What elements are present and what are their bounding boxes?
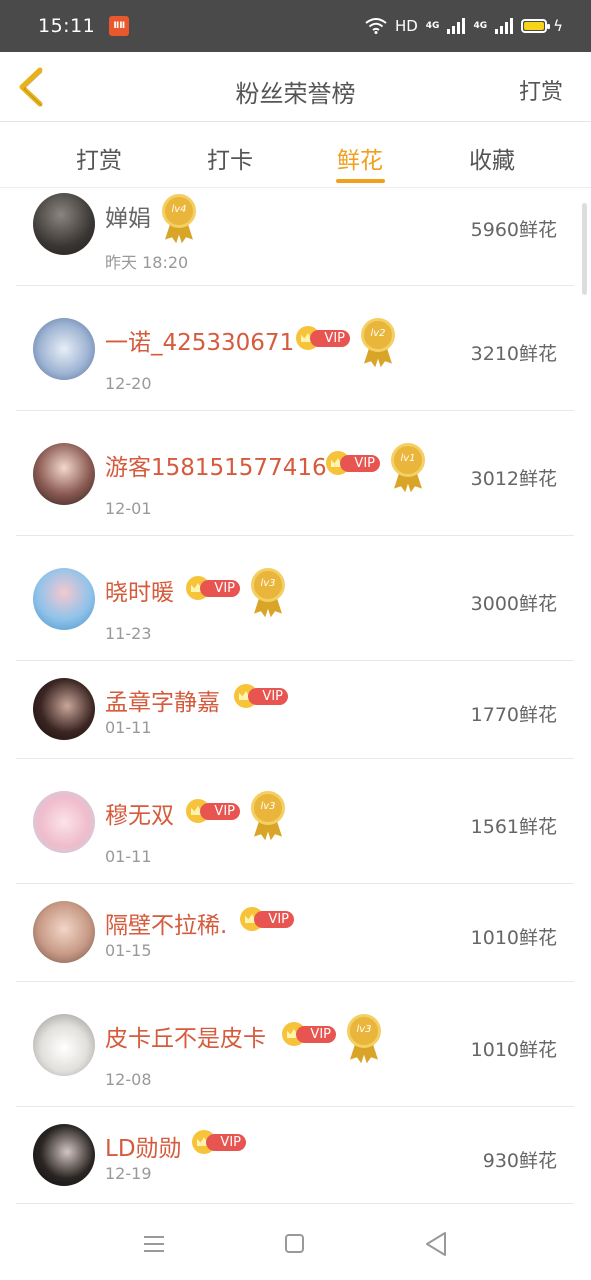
list-item[interactable]: 穆无双 VIP lv3 01-11 1561鲜花: [16, 759, 574, 884]
user-name[interactable]: LD勋勋: [105, 1129, 182, 1163]
tab-checkin[interactable]: 打卡: [190, 141, 270, 175]
level-label: lv3: [260, 578, 276, 589]
entry-date: 12-08: [105, 1070, 152, 1089]
nav-home-icon[interactable]: [285, 1234, 304, 1253]
header: 粉丝荣誉榜 打赏: [0, 52, 591, 122]
vip-badge: VIP: [192, 1130, 246, 1154]
user-name[interactable]: 游客158151577416: [105, 448, 327, 482]
status-time: 15:11: [38, 15, 96, 37]
flower-count: 3012鲜花: [470, 468, 557, 490]
avatar[interactable]: [33, 318, 95, 380]
list-item[interactable]: 婵娟 lv4 昨天 18:20 5960鲜花: [16, 189, 574, 286]
level-label: lv3: [260, 801, 276, 812]
vip-badge: VIP: [296, 326, 350, 350]
tab-flowers[interactable]: 鲜花: [320, 141, 400, 175]
flower-count: 3210鲜花: [470, 343, 557, 365]
flower-count: 3000鲜花: [470, 593, 557, 615]
level-label: lv1: [400, 453, 416, 464]
signal-icon-2: [495, 18, 514, 34]
avatar[interactable]: [33, 1014, 95, 1076]
flower-count: 1770鲜花: [470, 704, 557, 726]
flower-count: 1010鲜花: [470, 927, 557, 949]
network-type-2: 4G: [473, 21, 488, 31]
avatar[interactable]: [33, 901, 95, 963]
network-type-1: 4G: [425, 21, 440, 31]
list-item[interactable]: 一诺_425330671 VIP lv2 12-20 3210鲜花: [16, 286, 574, 411]
tab-reward[interactable]: 打赏: [59, 141, 139, 175]
flower-count: 1561鲜花: [470, 816, 557, 838]
user-name[interactable]: 一诺_425330671: [105, 323, 294, 357]
app-notification-icon: ⅡⅡ: [109, 16, 130, 36]
avatar[interactable]: [33, 1124, 95, 1186]
nav-back-icon[interactable]: [424, 1231, 448, 1257]
entry-date: 昨天 18:20: [105, 253, 189, 272]
page-title: 粉丝荣誉榜: [235, 80, 356, 108]
entry-date: 12-01: [105, 499, 152, 518]
vip-badge: VIP: [282, 1022, 336, 1046]
tab-bar: 打赏 打卡 鲜花 收藏: [0, 123, 591, 188]
list-item[interactable]: LD勋勋 VIP 12-19 930鲜花: [16, 1107, 574, 1204]
entry-date: 01-11: [105, 847, 152, 866]
tab-favorites[interactable]: 收藏: [452, 141, 532, 175]
avatar[interactable]: [33, 791, 95, 853]
charging-icon: ϟ: [553, 17, 563, 35]
user-name[interactable]: 穆无双: [105, 796, 174, 830]
level-medal-icon: lv3: [249, 791, 287, 841]
avatar[interactable]: [33, 678, 95, 740]
list-item[interactable]: 皮卡丘不是皮卡 VIP lv3 12-08 1010鲜花: [16, 982, 574, 1107]
flower-count: 1010鲜花: [470, 1039, 557, 1061]
entry-date: 12-20: [105, 374, 152, 393]
entry-date: 01-15: [105, 941, 152, 960]
user-name[interactable]: 婵娟: [105, 199, 151, 233]
avatar[interactable]: [33, 193, 95, 255]
avatar[interactable]: [33, 443, 95, 505]
list-item[interactable]: 隔壁不拉稀. VIP 01-15 1010鲜花: [16, 884, 574, 982]
entry-date: 01-11: [105, 718, 152, 737]
user-name[interactable]: 晓时暖: [105, 573, 174, 607]
level-medal-icon: lv3: [345, 1014, 383, 1064]
user-name[interactable]: 皮卡丘不是皮卡: [105, 1019, 266, 1053]
reward-button[interactable]: 打赏: [519, 74, 563, 106]
vip-badge: VIP: [234, 684, 288, 708]
flower-count: 930鲜花: [482, 1150, 557, 1172]
wifi-icon: [365, 18, 387, 34]
level-medal-icon: lv4: [160, 194, 198, 244]
level-medal-icon: lv2: [359, 318, 397, 368]
user-name[interactable]: 隔壁不拉稀.: [105, 906, 227, 940]
battery-icon: [521, 19, 551, 33]
list-item[interactable]: 晓时暖 VIP lv3 11-23 3000鲜花: [16, 536, 574, 661]
flower-count: 5960鲜花: [470, 219, 557, 241]
vip-badge: VIP: [186, 799, 240, 823]
avatar[interactable]: [33, 568, 95, 630]
level-label: lv3: [356, 1024, 372, 1035]
vip-badge: VIP: [326, 451, 380, 475]
vip-badge: VIP: [186, 576, 240, 600]
level-medal-icon: lv1: [389, 443, 427, 493]
level-label: lv2: [370, 328, 386, 339]
list-item[interactable]: 孟章字静嘉 VIP 01-11 1770鲜花: [16, 661, 574, 759]
entry-date: 12-19: [105, 1164, 152, 1183]
level-medal-icon: lv3: [249, 568, 287, 618]
ranking-list[interactable]: 婵娟 lv4 昨天 18:20 5960鲜花 一诺_425330671 VIP …: [0, 189, 591, 1204]
system-nav-bar: [0, 1204, 591, 1280]
signal-icon: [447, 18, 466, 34]
entry-date: 11-23: [105, 624, 152, 643]
list-item[interactable]: 游客158151577416 VIP lv1 12-01 3012鲜花: [16, 411, 574, 536]
active-tab-indicator: [336, 179, 385, 183]
level-label: lv4: [171, 204, 187, 215]
hd-label: HD: [394, 17, 418, 35]
status-icons: HD 4G 4G ϟ: [365, 17, 563, 35]
status-bar: 15:11 ⅡⅡ HD 4G 4G ϟ: [0, 0, 591, 52]
vip-badge: VIP: [240, 907, 294, 931]
nav-menu-icon[interactable]: [144, 1236, 164, 1252]
user-name[interactable]: 孟章字静嘉: [105, 683, 220, 717]
scrollbar[interactable]: [582, 203, 587, 295]
